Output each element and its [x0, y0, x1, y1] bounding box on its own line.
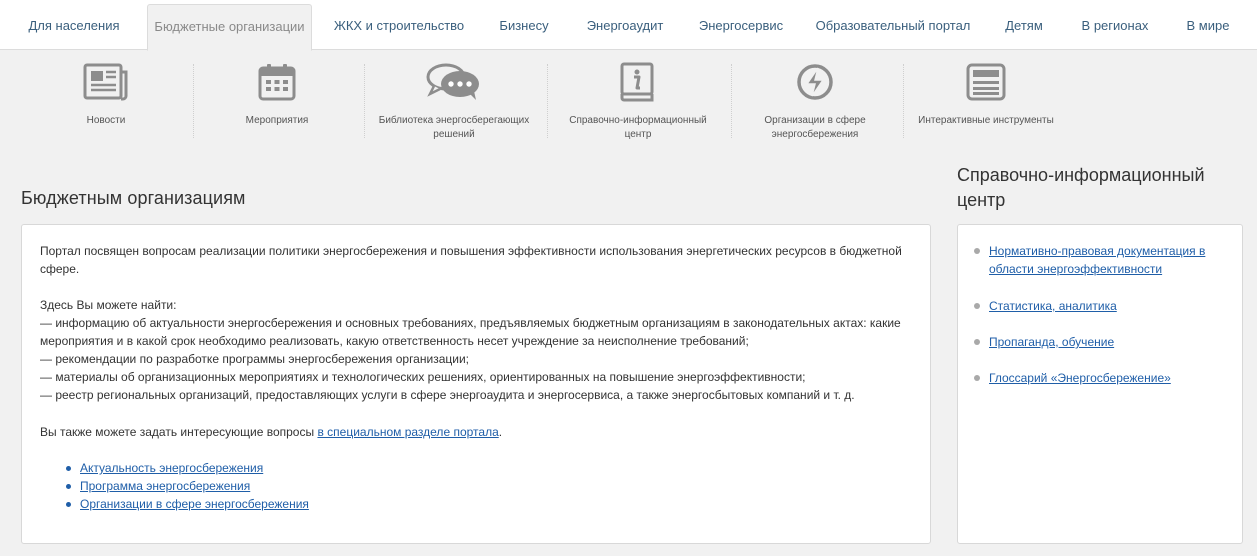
sidebar-item-statistics[interactable]: Статистика, аналитика: [974, 297, 1224, 315]
label-line: центр: [624, 129, 652, 140]
sidebar-panel: Нормативно-правовая документация в облас…: [957, 224, 1243, 544]
intro-line: сфере.: [40, 262, 80, 276]
icon-nav-organizations-label: Организации в сфере энергосбережения: [750, 114, 880, 142]
question-text: Вы также можете задать интересующие вопр…: [40, 423, 910, 441]
label-line: Организации в сфере: [764, 115, 866, 126]
tab-population[interactable]: Для населения: [22, 0, 126, 49]
lightning-icon: [750, 62, 880, 102]
find-item: — материалы об организационных мероприят…: [40, 370, 806, 384]
link-energy-saving-relevance[interactable]: Актуальность энергосбережения: [80, 461, 263, 475]
bullet: [66, 502, 71, 507]
find-item: — реестр региональных организаций, предо…: [40, 388, 855, 402]
icon-nav-info-center[interactable]: Справочно-информационный центр: [563, 62, 713, 142]
bullet: [974, 339, 980, 345]
icon-nav-news[interactable]: Новости: [56, 62, 156, 128]
bullet: [974, 303, 980, 309]
tab-regions[interactable]: В регионах: [1076, 0, 1154, 49]
sidebar-link-text[interactable]: области энергоэффективности: [989, 262, 1162, 276]
sidebar-link-text[interactable]: Глоссарий «Энергосбережение»: [989, 371, 1171, 385]
special-section-link[interactable]: в специальном разделе портала: [317, 425, 498, 439]
label-line: Библиотека энергосберегающих: [378, 115, 530, 126]
icon-nav-news-label: Новости: [86, 115, 126, 126]
tab-energy-audit[interactable]: Энергоаудит: [582, 0, 668, 49]
sidebar-title-line: Справочно-информационный: [957, 165, 1205, 185]
icon-nav-library[interactable]: Библиотека энергосберегающих решений: [370, 62, 538, 142]
info-book-icon: [563, 62, 713, 102]
question-prefix: Вы также можете задать интересующие вопр…: [40, 425, 318, 439]
icon-navigation: Новости Мероприятия Библиотека энергосбе…: [0, 50, 1257, 150]
tab-business[interactable]: Бизнесу: [494, 0, 554, 49]
icon-nav-interactive-tools-label: Интерактивные инструменты: [918, 115, 1054, 126]
icon-nav-library-label: Библиотека энергосберегающих решений: [370, 114, 538, 142]
list-item: Организации в сфере энергосбережения: [66, 495, 309, 513]
bullet: [974, 248, 980, 254]
question-suffix: .: [498, 425, 503, 439]
sidebar-item-glossary[interactable]: Глоссарий «Энергосбережение»: [974, 369, 1224, 387]
find-heading: Здесь Вы можете найти:: [40, 298, 177, 312]
divider: [193, 64, 195, 138]
intro-text: Портал посвящен вопросам реализации поли…: [40, 242, 910, 278]
bullet: [66, 466, 71, 471]
newspaper-icon: [56, 62, 156, 102]
sidebar-link-text[interactable]: Нормативно-правовая документация в: [989, 244, 1205, 258]
link-energy-saving-program[interactable]: Программа энергосбережения: [80, 479, 250, 493]
icon-nav-events-label: Мероприятия: [245, 115, 309, 126]
label-line: Справочно-информационный: [569, 115, 707, 126]
icon-nav-interactive-tools[interactable]: Интерактивные инструменты: [912, 62, 1060, 128]
calculator-icon: [912, 62, 1060, 102]
top-navigation: Для населения Бюджетные организации ЖКХ …: [0, 0, 1257, 51]
sidebar-item-propaganda[interactable]: Пропаганда, обучение: [974, 333, 1224, 351]
bullet: [974, 375, 980, 381]
tab-energy-service[interactable]: Энергосервис: [694, 0, 788, 49]
chat-bubbles-icon: [370, 62, 538, 102]
divider: [731, 64, 733, 138]
link-energy-saving-organizations[interactable]: Организации в сфере энергосбережения: [80, 497, 309, 511]
find-item: — рекомендации по разработке программы э…: [40, 352, 469, 366]
icon-nav-organizations[interactable]: Организации в сфере энергосбережения: [750, 62, 880, 142]
find-section: Здесь Вы можете найти: — информацию об а…: [40, 296, 910, 404]
tab-housing-construction[interactable]: ЖКХ и строительство: [331, 0, 467, 49]
topic-links-list: Актуальность энергосбережения Программа …: [66, 459, 309, 513]
find-item: мероприятия и в какой срок необходимо ре…: [40, 334, 749, 348]
divider: [364, 64, 366, 138]
tab-budget-organizations[interactable]: Бюджетные организации: [147, 4, 312, 51]
tab-children[interactable]: Детям: [998, 0, 1050, 49]
icon-nav-info-center-label: Справочно-информационный центр: [563, 114, 713, 142]
icon-nav-events[interactable]: Мероприятия: [227, 62, 327, 128]
sidebar-title-line: центр: [957, 190, 1006, 210]
main-content-panel: Портал посвящен вопросам реализации поли…: [21, 224, 931, 544]
sidebar-title: Справочно-информационный центр: [957, 163, 1237, 213]
sidebar-item-regulatory-docs[interactable]: Нормативно-правовая документация в облас…: [974, 242, 1224, 278]
sidebar-link-text[interactable]: Пропаганда, обучение: [989, 335, 1114, 349]
label-line: энергосбережения: [771, 129, 859, 140]
page-title: Бюджетным организациям: [21, 188, 246, 208]
sidebar-link-text[interactable]: Статистика, аналитика: [989, 299, 1117, 313]
find-item: — информацию об актуальности энергосбере…: [40, 316, 901, 330]
label-line: решений: [433, 129, 475, 140]
intro-line: Портал посвящен вопросам реализации поли…: [40, 244, 902, 258]
list-item: Актуальность энергосбережения: [66, 459, 309, 477]
divider: [903, 64, 905, 138]
tab-world[interactable]: В мире: [1180, 0, 1236, 49]
list-item: Программа энергосбережения: [66, 477, 309, 495]
divider: [547, 64, 549, 138]
tab-education-portal[interactable]: Образовательный портал: [814, 0, 972, 49]
bullet: [66, 484, 71, 489]
calendar-icon: [227, 62, 327, 102]
